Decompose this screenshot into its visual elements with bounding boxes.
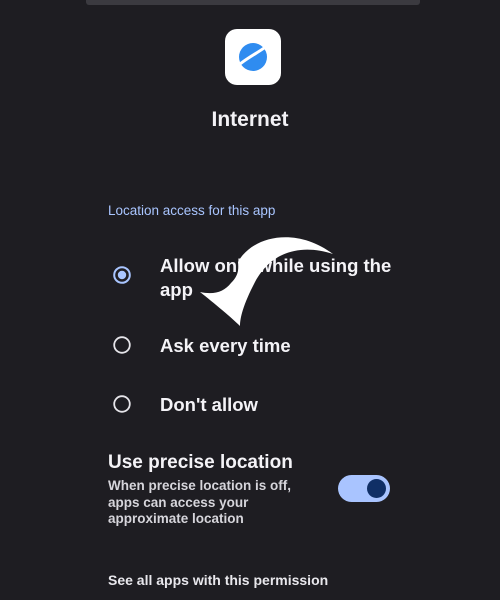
option-ask-every-time[interactable]: Ask every time <box>108 334 408 358</box>
precise-location-title: Use precise location <box>108 452 293 473</box>
toggle-knob <box>367 479 386 498</box>
option-allow-while-using[interactable]: Allow only while using the app <box>108 254 408 304</box>
see-all-apps-link[interactable]: See all apps with this permission <box>108 572 328 588</box>
top-edge-bar <box>86 0 420 5</box>
internet-app-icon <box>225 29 281 85</box>
option-dont-allow[interactable]: Don't allow <box>108 393 408 417</box>
precise-location-toggle[interactable] <box>338 475 390 502</box>
radio-unselected-icon[interactable] <box>113 336 131 354</box>
radio-selected-icon[interactable] <box>113 266 131 284</box>
option-label: Allow only while using the app <box>160 255 392 300</box>
option-label: Don't allow <box>160 394 258 415</box>
app-name: Internet <box>211 108 289 131</box>
precise-location-description: When precise location is off, apps can a… <box>108 478 292 526</box>
radio-unselected-icon[interactable] <box>113 395 131 413</box>
option-label: Ask every time <box>160 335 291 356</box>
section-label: Location access for this app <box>108 203 276 218</box>
